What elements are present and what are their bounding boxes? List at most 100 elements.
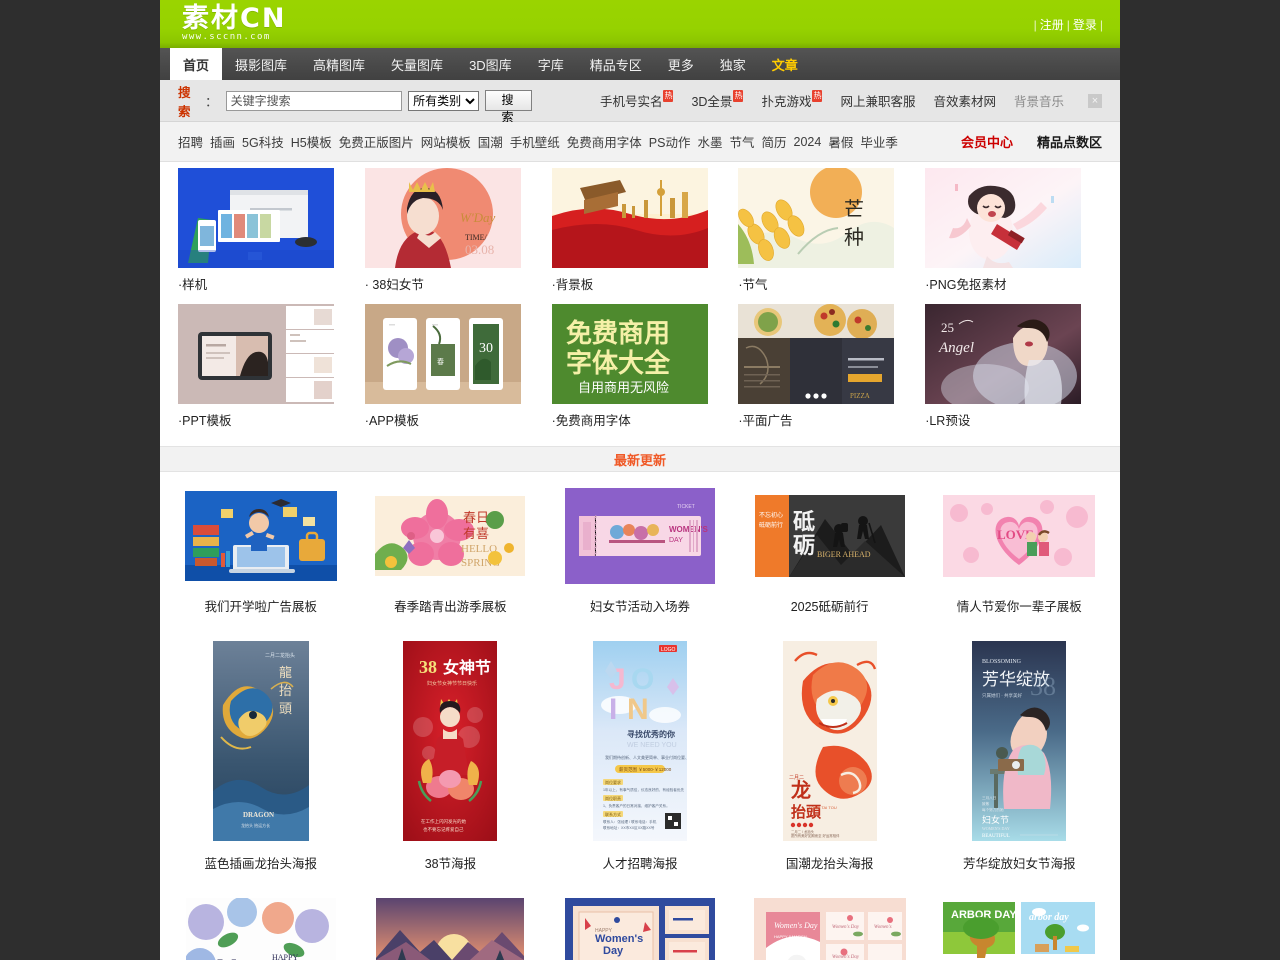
category-cell-backdrop[interactable]: ·背景板 bbox=[551, 168, 729, 302]
category-cell-font[interactable]: 免费商用 字体大全 自用商用无风险 ·免费商用字体 bbox=[551, 304, 729, 438]
latest-title[interactable]: 人才招聘海报 bbox=[602, 853, 677, 872]
latest-thumb-spring[interactable]: 春日 有喜 HELLO SPRING bbox=[360, 488, 542, 584]
login-link[interactable]: 登录 bbox=[1073, 18, 1097, 32]
latest-item[interactable]: 二月二 龙 抬頭 LONG TAI TOU 二月二 / 龙抬头 愿所有美好如期而… bbox=[739, 641, 921, 872]
keyword-item[interactable]: H5模板 bbox=[291, 132, 332, 151]
keyword-item[interactable]: 插画 bbox=[210, 132, 235, 151]
latest-thumb-climb[interactable]: 不忘初心 砥砺前行 砥 砺 BIGER AHEAD bbox=[739, 488, 921, 584]
category-cell-png[interactable]: ·PNG免抠素材 bbox=[925, 168, 1102, 302]
promo-link-realname[interactable]: 手机号实名热 bbox=[600, 90, 674, 110]
category-label-lr[interactable]: ·LR预设 bbox=[925, 404, 1102, 438]
latest-title[interactable]: 38节海报 bbox=[425, 853, 476, 872]
latest-thumb-bluedragon[interactable]: 龍 抬 頭 二月二龙抬头 DRAGON 龙抬头 抬运方长 bbox=[170, 641, 352, 841]
nav-item-articles[interactable]: 文章 bbox=[759, 48, 811, 80]
category-label-womensday[interactable]: · 38妇女节 bbox=[365, 268, 542, 302]
category-thumb-lr[interactable]: 25 Angel bbox=[925, 304, 1082, 404]
keyword-item[interactable]: 水墨 bbox=[697, 132, 722, 151]
nav-item-3d[interactable]: 3D图库 bbox=[456, 48, 525, 80]
keyword-item[interactable]: 节气 bbox=[729, 132, 754, 151]
keyword-item[interactable]: 手机壁纸 bbox=[510, 132, 560, 151]
nav-item-more[interactable]: 更多 bbox=[655, 48, 707, 80]
category-label-font[interactable]: ·免费商用字体 bbox=[552, 404, 729, 438]
latest-thumb-sunset[interactable] bbox=[360, 898, 542, 960]
category-label-png[interactable]: ·PNG免抠素材 bbox=[925, 268, 1102, 302]
latest-thumb-love[interactable]: LOVE bbox=[928, 488, 1110, 584]
nav-item-exclusive[interactable]: 独家 bbox=[707, 48, 759, 80]
latest-thumb-reddragon[interactable]: 二月二 龙 抬頭 LONG TAI TOU 二月二 / 龙抬头 愿所有美好如期而… bbox=[739, 641, 921, 841]
keyword-item[interactable]: 网站模板 bbox=[421, 132, 471, 151]
nav-item-photo[interactable]: 摄影图库 bbox=[222, 48, 300, 80]
latest-thumb-flowers[interactable]: Women's HAPPY Day bbox=[170, 898, 352, 960]
category-thumb-womensday[interactable]: W'Day TIME/ 03.08 bbox=[364, 168, 521, 268]
nav-item-hires[interactable]: 高精图库 bbox=[300, 48, 378, 80]
latest-item[interactable]: 我们开学啦广告展板 bbox=[170, 488, 352, 615]
promo-link-3dpano[interactable]: 3D全景热 bbox=[691, 90, 744, 110]
keyword-item[interactable]: 毕业季 bbox=[860, 132, 898, 151]
latest-thumb-arbor[interactable]: ARBOR DAY ARBOR arbor day arbor day bbox=[928, 898, 1110, 960]
latest-item[interactable]: 不忘初心 砥砺前行 砥 砺 BIGER AHEAD 2025砥砺前行 bbox=[739, 488, 921, 615]
promo-link-poker[interactable]: 扑克游戏热 bbox=[761, 90, 823, 110]
category-thumb-solarterm[interactable]: 芒 种 bbox=[738, 168, 895, 268]
latest-title[interactable]: 芳华绽放妇女节海报 bbox=[963, 853, 1076, 872]
promo-link-onlinejob[interactable]: 网上兼职客服 bbox=[840, 91, 915, 110]
nav-item-fonts[interactable]: 字库 bbox=[525, 48, 577, 80]
keyword-item[interactable]: 简历 bbox=[762, 132, 787, 151]
latest-title[interactable]: 情人节爱你一辈子展板 bbox=[957, 596, 1082, 615]
register-link[interactable]: 注册 bbox=[1040, 18, 1064, 32]
category-cell-womensday[interactable]: W'Day TIME/ 03.08 · 38妇女节 bbox=[364, 168, 542, 302]
category-thumb-mockup[interactable] bbox=[178, 168, 334, 268]
latest-title[interactable]: 春季踏青出游季展板 bbox=[394, 596, 507, 615]
category-cell-solarterm[interactable]: 芒 种 ·节气 bbox=[738, 168, 915, 302]
latest-title[interactable]: 妇女节活动入场券 bbox=[590, 596, 690, 615]
category-cell-ppt[interactable]: ·PPT模板 bbox=[178, 304, 355, 438]
latest-item[interactable]: BLOSSOMING 芳华绽放 只属她们 · 共享美好 38 三月八日 致敬 每… bbox=[928, 641, 1110, 872]
latest-title[interactable]: 国潮龙抬头海报 bbox=[786, 853, 874, 872]
latest-thumb-reddress[interactable]: 38 女神节 妇女节女神节节日快乐 在工作上闪闪发光的她 也不要忘记疼爱自己 bbox=[360, 641, 542, 841]
category-label-app[interactable]: ·APP模板 bbox=[365, 404, 542, 438]
latest-item[interactable]: Women's Day HAPPY 8TH OF MARCH bbox=[549, 898, 731, 960]
category-thumb-app[interactable]: 春 30 bbox=[364, 304, 521, 404]
keyword-item[interactable]: 暑假 bbox=[828, 132, 853, 151]
latest-item[interactable]: Women's Day HAPPY 8 MARCH Women's Day Wo… bbox=[739, 898, 921, 960]
keyword-item[interactable]: PS动作 bbox=[649, 132, 691, 151]
latest-item[interactable]: 龍 抬 頭 二月二龙抬头 DRAGON 龙抬头 抬运方长 蓝色插画龙抬头海报 bbox=[170, 641, 352, 872]
category-label-solarterm[interactable]: ·节气 bbox=[738, 268, 915, 302]
category-thumb-ad[interactable]: PIZZA bbox=[738, 304, 895, 404]
latest-item[interactable]: ARBOR DAY ARBOR arbor day arbor day bbox=[928, 898, 1110, 960]
latest-thumb-school[interactable] bbox=[170, 488, 352, 584]
category-cell-app[interactable]: 春 30 ·APP模板 bbox=[364, 304, 542, 438]
search-input[interactable] bbox=[225, 90, 403, 111]
close-icon[interactable]: × bbox=[1088, 93, 1102, 108]
keyword-item[interactable]: 免费商用字体 bbox=[567, 132, 642, 151]
category-thumb-font[interactable]: 免费商用 字体大全 自用商用无风险 bbox=[551, 304, 708, 404]
latest-item[interactable]: 38 女神节 妇女节女神节节日快乐 在工作上闪闪发光的她 也不要忘记疼爱自己 3… bbox=[360, 641, 542, 872]
category-cell-mockup[interactable]: ·样机 bbox=[178, 168, 355, 302]
latest-thumb-join[interactable]: LOGO J O I N 寻找优秀的你 WE NEED YOU 我们期待创新、人… bbox=[549, 641, 731, 841]
search-button[interactable]: 搜 索 bbox=[485, 90, 532, 124]
category-thumb-png[interactable] bbox=[925, 168, 1082, 268]
category-label-ad[interactable]: ·平面广告 bbox=[738, 404, 915, 438]
keyword-item[interactable]: 2024 bbox=[794, 135, 822, 149]
category-thumb-ppt[interactable] bbox=[178, 304, 334, 404]
promo-link-bgm[interactable]: 背景音乐 bbox=[1014, 91, 1064, 110]
latest-title[interactable]: 我们开学啦广告展板 bbox=[205, 596, 318, 615]
latest-thumb-blossom[interactable]: BLOSSOMING 芳华绽放 只属她们 · 共享美好 38 三月八日 致敬 每… bbox=[928, 641, 1110, 841]
latest-thumb-ticket[interactable]: WOMEN'S DAY TICKET bbox=[549, 488, 731, 584]
latest-item[interactable]: LOVE 情人节爱你一辈子展板 bbox=[928, 488, 1110, 615]
latest-title[interactable]: 蓝色插画龙抬头海报 bbox=[205, 853, 318, 872]
promo-link-sfx[interactable]: 音效素材网 bbox=[933, 91, 996, 110]
category-thumb-backdrop[interactable] bbox=[551, 168, 708, 268]
latest-title[interactable]: 2025砥砺前行 bbox=[791, 596, 869, 615]
nav-item-home[interactable]: 首页 bbox=[170, 48, 223, 80]
latest-item[interactable] bbox=[360, 898, 542, 960]
site-logo[interactable]: 素材CN www.sccnn.com bbox=[182, 4, 314, 46]
category-cell-ad[interactable]: PIZZA ·平面广告 bbox=[738, 304, 915, 438]
points-zone-link[interactable]: 精品点数区 bbox=[1037, 132, 1102, 151]
category-label-backdrop[interactable]: ·背景板 bbox=[552, 268, 729, 302]
nav-item-vector[interactable]: 矢量图库 bbox=[378, 48, 456, 80]
latest-item[interactable]: Women's HAPPY Day bbox=[170, 898, 352, 960]
category-label-ppt[interactable]: ·PPT模板 bbox=[178, 404, 355, 438]
latest-item[interactable]: WOMEN'S DAY TICKET 妇女节活动入场券 bbox=[549, 488, 731, 615]
keyword-item[interactable]: 免费正版图片 bbox=[339, 132, 414, 151]
category-cell-lr[interactable]: 25 Angel ·LR预设 bbox=[925, 304, 1102, 438]
